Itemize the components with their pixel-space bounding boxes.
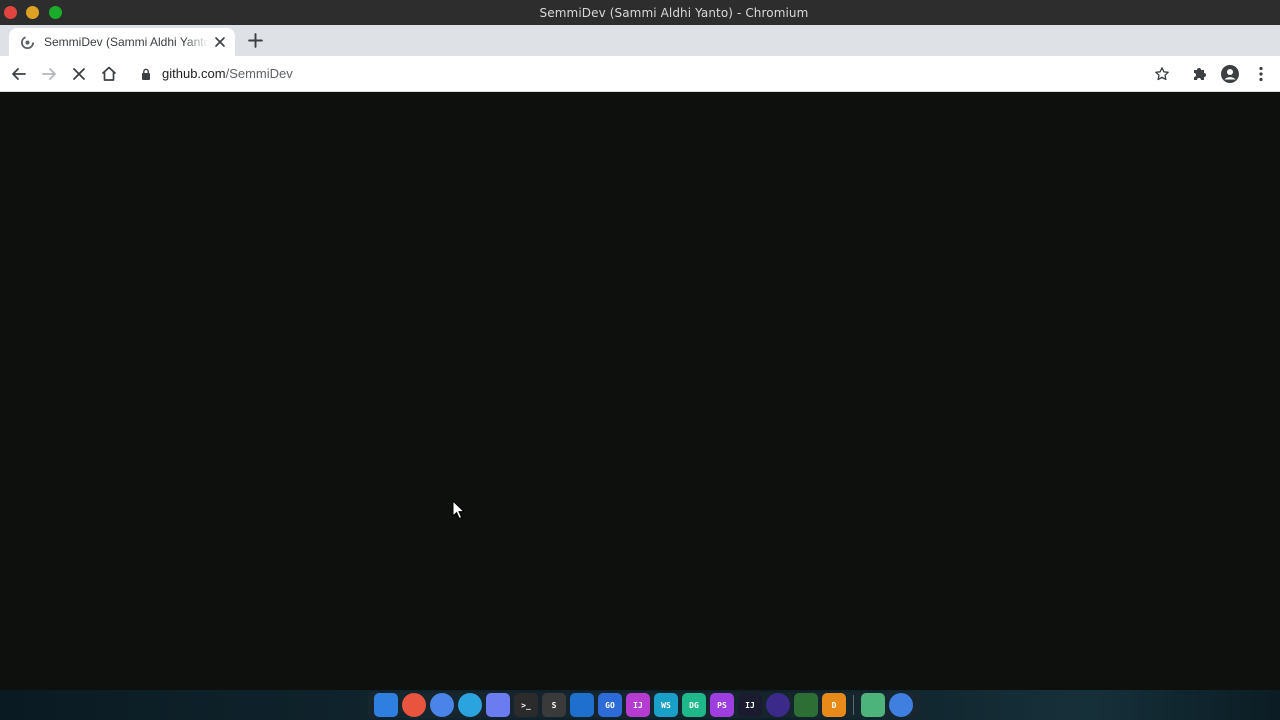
app-dock: >_ S GO IJ WS DG PS IJ D [368, 692, 919, 718]
home-icon[interactable] [99, 64, 119, 84]
bookmark-star-icon[interactable] [1154, 66, 1170, 82]
back-arrow-icon[interactable] [9, 64, 29, 84]
dock-separator [853, 695, 854, 715]
finder-icon[interactable] [374, 693, 398, 717]
loading-favicon-icon [20, 35, 35, 50]
new-tab-icon[interactable] [247, 32, 264, 49]
url-text: github.com/SemmiDev [162, 66, 293, 81]
terminal-icon[interactable]: >_ [514, 693, 538, 717]
tab-active[interactable]: SemmiDev (Sammi Aldhi Yanto) [9, 28, 235, 56]
draw-app-icon[interactable]: D [822, 693, 846, 717]
telegram-icon[interactable] [458, 693, 482, 717]
tab-strip: SemmiDev (Sammi Aldhi Yanto) [0, 25, 1280, 56]
forward-arrow-icon[interactable] [39, 64, 59, 84]
kebab-menu-icon[interactable] [1251, 64, 1271, 84]
phpstorm-icon[interactable]: PS [710, 693, 734, 717]
window-title: SemmiDev (Sammi Aldhi Yanto) - Chromium [539, 6, 809, 20]
intellij-icon[interactable]: IJ [626, 693, 650, 717]
tab-close-icon[interactable] [212, 34, 228, 50]
chromium-icon[interactable] [430, 693, 454, 717]
webstorm-icon[interactable]: WS [654, 693, 678, 717]
address-bar[interactable]: github.com/SemmiDev [131, 60, 1181, 88]
window-titlebar: SemmiDev (Sammi Aldhi Yanto) - Chromium [0, 0, 1280, 25]
mongodb-compass-icon[interactable] [794, 693, 818, 717]
browser-toolbar: github.com/SemmiDev [0, 56, 1280, 92]
stop-loading-icon[interactable] [69, 64, 89, 84]
url-host: github.com [162, 66, 226, 81]
profile-avatar-icon[interactable] [1220, 64, 1240, 84]
discord-icon[interactable] [486, 693, 510, 717]
goland-icon[interactable]: GO [598, 693, 622, 717]
desktop-dock-area: >_ S GO IJ WS DG PS IJ D [0, 690, 1280, 720]
sublime-text-icon[interactable]: S [542, 693, 566, 717]
files-icon[interactable] [861, 693, 885, 717]
url-path: /SemmiDev [225, 66, 293, 81]
datagrip-icon[interactable]: DG [682, 693, 706, 717]
page-content[interactable] [0, 92, 1280, 690]
tab-title: SemmiDev (Sammi Aldhi Yanto) [44, 35, 209, 49]
lock-icon[interactable] [141, 68, 151, 80]
eclipse-icon[interactable] [766, 693, 790, 717]
vscode-icon[interactable] [570, 693, 594, 717]
extensions-puzzle-icon[interactable] [1190, 64, 1210, 84]
chrome-alt-icon[interactable] [889, 693, 913, 717]
mouse-pointer-icon [452, 500, 466, 520]
firefox-icon[interactable] [402, 693, 426, 717]
intellij-community-icon[interactable]: IJ [738, 693, 762, 717]
